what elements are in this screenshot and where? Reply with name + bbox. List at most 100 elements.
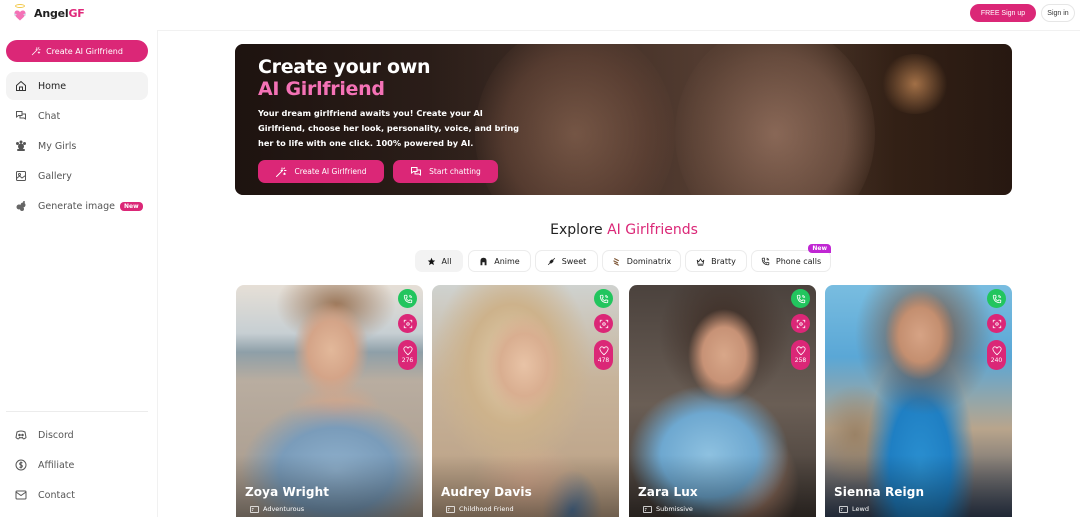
sidebar-item-affiliate[interactable]: Affiliate bbox=[6, 451, 148, 479]
view-photo-button[interactable] bbox=[791, 314, 810, 333]
crown-icon bbox=[696, 257, 705, 266]
like-count: 478 bbox=[597, 357, 610, 364]
anime-icon bbox=[480, 257, 487, 265]
like-count: 258 bbox=[794, 357, 807, 364]
hero-title: Create your own AI Girlfriend bbox=[258, 56, 431, 100]
view-photo-button[interactable] bbox=[987, 314, 1006, 333]
girlfriend-card[interactable]: 240 Sienna Reign Lewd bbox=[825, 285, 1012, 517]
chat-icon bbox=[15, 110, 27, 122]
sidebar-item-home[interactable]: Home bbox=[6, 72, 148, 100]
call-button[interactable] bbox=[594, 289, 613, 308]
heart-icon bbox=[598, 346, 609, 356]
scan-icon bbox=[403, 319, 412, 328]
heart-icon bbox=[402, 346, 413, 356]
dollar-icon bbox=[15, 459, 27, 471]
create-ai-girlfriend-button[interactable]: Create AI Girlfriend bbox=[6, 40, 148, 62]
my-girls-icon bbox=[15, 140, 27, 152]
sidebar-item-generate-image[interactable]: Generate image New bbox=[6, 192, 148, 220]
phone-icon bbox=[403, 294, 412, 303]
id-card-icon bbox=[250, 505, 259, 513]
sidebar-item-label: Discord bbox=[38, 429, 74, 441]
chat-icon bbox=[411, 166, 422, 176]
filter-dominatrix[interactable]: Dominatrix bbox=[602, 250, 681, 272]
start-chatting-button[interactable]: Start chatting bbox=[393, 160, 498, 183]
like-button[interactable]: 276 bbox=[398, 340, 417, 370]
hero-banner: Create your own AI Girlfriend Your dream… bbox=[235, 44, 1012, 195]
card-tag: Submissive bbox=[643, 505, 693, 513]
id-card-icon bbox=[446, 505, 455, 513]
sidebar-item-gallery[interactable]: Gallery bbox=[6, 162, 148, 190]
explore-heading: Explore AI Girlfriends bbox=[550, 222, 698, 238]
whip-icon bbox=[613, 257, 619, 266]
card-name: Sienna Reign bbox=[834, 485, 925, 499]
new-badge: New bbox=[119, 201, 143, 211]
home-icon bbox=[15, 80, 27, 92]
filter-bratty[interactable]: Bratty bbox=[685, 250, 747, 272]
phone-icon bbox=[599, 294, 608, 303]
sidebar-item-label: Affiliate bbox=[38, 459, 75, 471]
mail-icon bbox=[15, 489, 27, 501]
sidebar-item-label: Generate image bbox=[38, 200, 115, 212]
sidebar-item-chat[interactable]: Chat bbox=[6, 102, 148, 130]
gallery-icon bbox=[15, 170, 27, 182]
card-name: Zoya Wright bbox=[245, 485, 330, 499]
like-button[interactable]: 240 bbox=[987, 340, 1006, 370]
phone-icon bbox=[992, 294, 1001, 303]
scan-icon bbox=[599, 319, 608, 328]
call-button[interactable] bbox=[791, 289, 810, 308]
phone-icon bbox=[796, 294, 805, 303]
sidebar-item-my-girls[interactable]: My Girls bbox=[6, 132, 148, 160]
sidebar: Create AI Girlfriend Home Chat My Girls … bbox=[0, 30, 156, 517]
id-card-icon bbox=[839, 505, 848, 513]
like-button[interactable]: 478 bbox=[594, 340, 613, 370]
logo[interactable]: AngelGF bbox=[12, 4, 85, 22]
sidebar-item-label: Chat bbox=[38, 110, 61, 122]
magic-wand-icon bbox=[31, 47, 41, 56]
id-card-icon bbox=[643, 505, 652, 513]
generate-image-icon bbox=[15, 200, 27, 212]
sidebar-item-label: Contact bbox=[38, 489, 75, 501]
like-button[interactable]: 258 bbox=[791, 340, 810, 370]
candy-icon bbox=[547, 257, 555, 265]
filter-sweet[interactable]: Sweet bbox=[535, 250, 598, 272]
sidebar-item-label: Home bbox=[38, 80, 67, 92]
magic-wand-icon bbox=[276, 167, 287, 177]
heart-icon bbox=[795, 346, 806, 356]
filter-anime[interactable]: Anime bbox=[468, 250, 531, 272]
girlfriend-card[interactable]: 258 Zara Lux Submissive bbox=[629, 285, 816, 517]
star-icon bbox=[427, 257, 435, 265]
sidebar-item-discord[interactable]: Discord bbox=[6, 421, 148, 449]
heart-icon bbox=[991, 346, 1002, 356]
card-tag: Lewd bbox=[839, 505, 869, 513]
call-button[interactable] bbox=[398, 289, 417, 308]
sidebar-item-contact[interactable]: Contact bbox=[6, 481, 148, 509]
filter-phone-calls[interactable]: Phone calls New bbox=[751, 244, 831, 272]
view-photo-button[interactable] bbox=[594, 314, 613, 333]
top-bar: AngelGF FREE Sign up Sign in bbox=[0, 0, 1080, 30]
view-photo-button[interactable] bbox=[398, 314, 417, 333]
card-name: Audrey Davis bbox=[441, 485, 532, 499]
like-count: 276 bbox=[401, 357, 414, 364]
filter-all[interactable]: All bbox=[415, 250, 463, 272]
hero-description: Your dream girlfriend awaits you! Create… bbox=[258, 108, 520, 148]
call-button[interactable] bbox=[987, 289, 1006, 308]
card-name: Zara Lux bbox=[638, 485, 698, 499]
card-tag: Adventurous bbox=[250, 505, 304, 513]
like-count: 240 bbox=[990, 357, 1003, 364]
phone-icon bbox=[761, 257, 770, 265]
girlfriend-card[interactable]: 478 Audrey Davis Childhood Friend bbox=[432, 285, 619, 517]
new-badge: New bbox=[808, 244, 831, 253]
discord-icon bbox=[15, 429, 27, 441]
angel-heart-icon bbox=[12, 4, 28, 22]
logo-text: AngelGF bbox=[34, 6, 85, 20]
create-button-label: Create AI Girlfriend bbox=[46, 46, 123, 56]
free-signup-button[interactable]: FREE Sign up bbox=[970, 4, 1036, 22]
card-tag: Childhood Friend bbox=[446, 505, 514, 513]
sidebar-divider bbox=[6, 411, 148, 412]
signin-button[interactable]: Sign in bbox=[1041, 4, 1075, 22]
sidebar-item-label: My Girls bbox=[38, 140, 77, 152]
sidebar-item-label: Gallery bbox=[38, 170, 72, 182]
scan-icon bbox=[992, 319, 1001, 328]
girlfriend-card[interactable]: 276 Zoya Wright Adventurous bbox=[236, 285, 423, 517]
hero-create-button[interactable]: Create AI Girlfriend bbox=[258, 160, 384, 183]
